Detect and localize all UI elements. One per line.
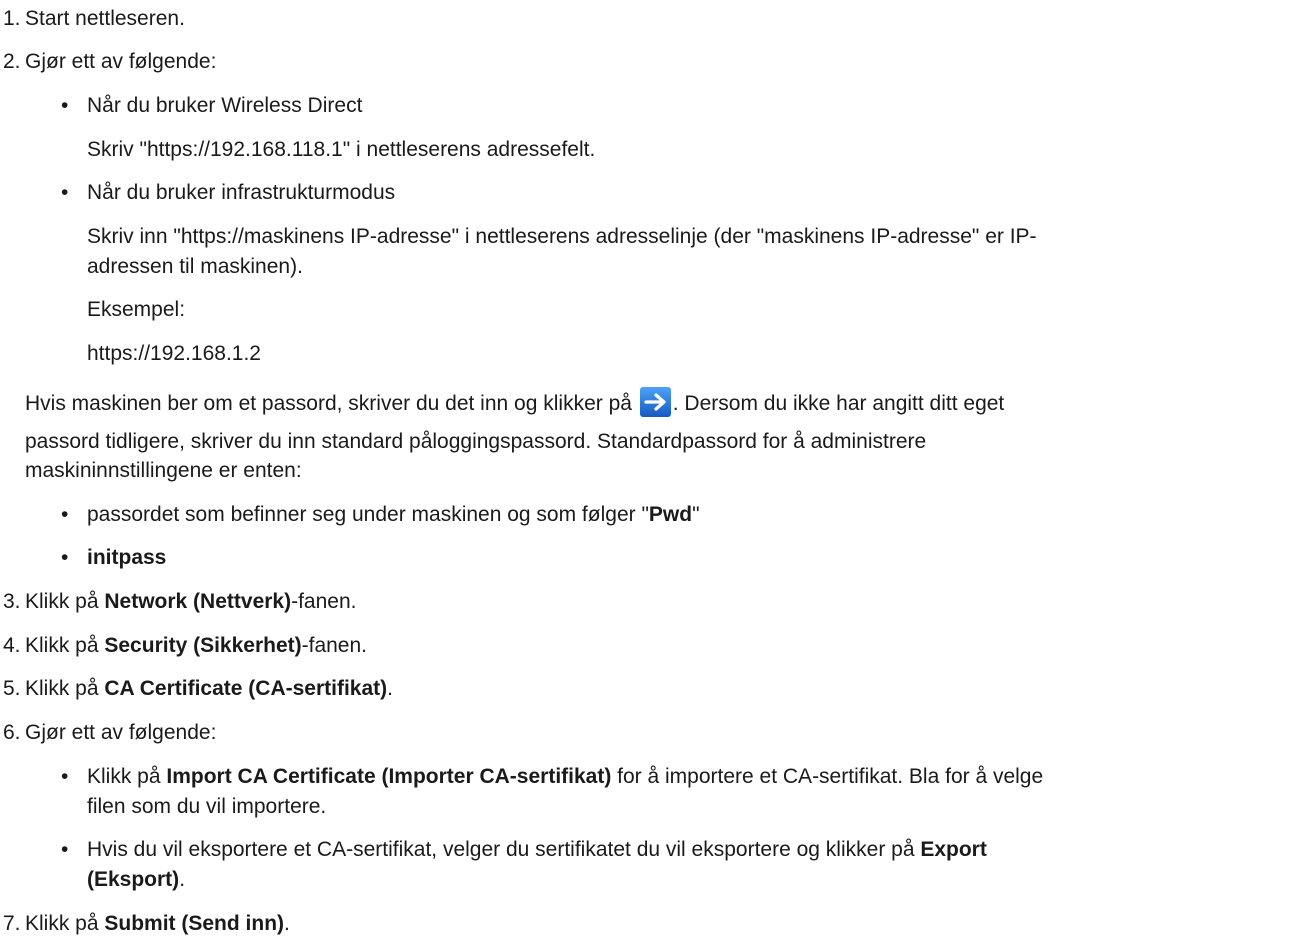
step-text-pre: Klikk på bbox=[25, 590, 105, 613]
password-line1-pre: Hvis maskinen ber om et passord, skriver… bbox=[25, 392, 638, 415]
step-text: Klikk på Security (Sikkerhet)-fanen. bbox=[25, 633, 367, 658]
export-line1: Hvis du vil eksportere et CA-sertifikat,… bbox=[87, 837, 987, 862]
bullet-marker: • bbox=[61, 503, 69, 526]
step-text-pre: Klikk på bbox=[25, 912, 105, 935]
step-number: 1. bbox=[3, 7, 21, 30]
option-bold: Pwd bbox=[648, 503, 693, 526]
export-bold-2: (Eksport) bbox=[87, 868, 180, 891]
example-label: Eksempel: bbox=[87, 298, 186, 321]
password-line1-post: . Dersom du ikke har angitt ditt eget bbox=[672, 392, 1005, 415]
bullet-marker: • bbox=[61, 838, 69, 861]
example-value: https://192.168.1.2 bbox=[87, 342, 261, 365]
step-number: 4. bbox=[3, 634, 21, 657]
step-number: 7. bbox=[3, 912, 21, 935]
step-text-bold: Submit (Send inn) bbox=[104, 912, 285, 935]
infra-detail-line2: adressen til maskinen). bbox=[87, 255, 303, 278]
import-bold: Import CA Certificate (Importer CA-serti… bbox=[166, 765, 612, 788]
arrow-right-icon bbox=[639, 387, 671, 417]
step-text: Klikk på Submit (Send inn). bbox=[25, 911, 290, 936]
step-text: Gjør ett av følgende: bbox=[25, 721, 217, 744]
password-line3: maskininnstillingene er enten: bbox=[25, 459, 302, 482]
export-line2: (Eksport). bbox=[87, 867, 185, 892]
bullet-marker: • bbox=[61, 546, 69, 569]
step-number: 5. bbox=[3, 677, 21, 700]
bullet-heading: Når du bruker infrastrukturmodus bbox=[87, 181, 396, 204]
step-2: 2. Gjør ett av følgende: bbox=[0, 49, 1315, 74]
bullet-marker: • bbox=[61, 94, 69, 117]
option-post: " bbox=[692, 503, 700, 526]
option-bold: initpass bbox=[87, 546, 167, 569]
step-text-post: . bbox=[284, 912, 290, 935]
step-text-bold: Network (Nettverk) bbox=[104, 590, 292, 613]
step-number: 3. bbox=[3, 590, 21, 613]
option-text: initpass bbox=[87, 545, 166, 570]
bullet-heading: Når du bruker Wireless Direct bbox=[87, 94, 363, 117]
step-text-pre: Klikk på bbox=[25, 634, 105, 657]
option-text: passordet som befinner seg under maskine… bbox=[87, 502, 700, 527]
step-text-bold: CA Certificate (CA-sertifikat) bbox=[104, 677, 388, 700]
import-post: for å importere et CA-sertifikat. Bla fo… bbox=[611, 765, 1044, 788]
infra-detail-line1: Skriv inn "https://maskinens IP-adresse"… bbox=[87, 225, 1037, 248]
step-text: Start nettleseren. bbox=[25, 7, 185, 30]
import-line2: filen som du vil importere. bbox=[87, 795, 327, 818]
step-text: Klikk på CA Certificate (CA-sertifikat). bbox=[25, 676, 393, 701]
step-number: 6. bbox=[3, 721, 21, 744]
export-post: . bbox=[179, 868, 186, 891]
step-text-post: -fanen. bbox=[301, 634, 368, 657]
wireless-detail: Skriv "https://192.168.118.1" i nettlese… bbox=[87, 138, 596, 161]
export-pre: Hvis du vil eksportere et CA-sertifikat,… bbox=[87, 838, 921, 861]
step-text: Gjør ett av følgende: bbox=[25, 50, 217, 73]
option-pre: passordet som befinner seg under maskine… bbox=[87, 503, 649, 526]
password-line1: Hvis maskinen ber om et passord, skriver… bbox=[25, 387, 1004, 417]
import-pre: Klikk på bbox=[87, 765, 167, 788]
export-bold: Export bbox=[920, 838, 987, 861]
step-text-post: . bbox=[387, 677, 393, 700]
bullet-marker: • bbox=[61, 765, 69, 788]
step-text-post: -fanen. bbox=[291, 590, 357, 613]
step-text-bold: Security (Sikkerhet) bbox=[104, 634, 302, 657]
step-1: 1. Start nettleseren. bbox=[0, 6, 1315, 31]
step-text: Klikk på Network (Nettverk)-fanen. bbox=[25, 589, 356, 614]
step-text-pre: Klikk på bbox=[25, 677, 105, 700]
password-line2: passord tidligere, skriver du inn standa… bbox=[25, 430, 927, 453]
step-number: 2. bbox=[3, 50, 21, 73]
import-line1: Klikk på Import CA Certificate (Importer… bbox=[87, 764, 1043, 789]
bullet-marker: • bbox=[61, 181, 69, 204]
